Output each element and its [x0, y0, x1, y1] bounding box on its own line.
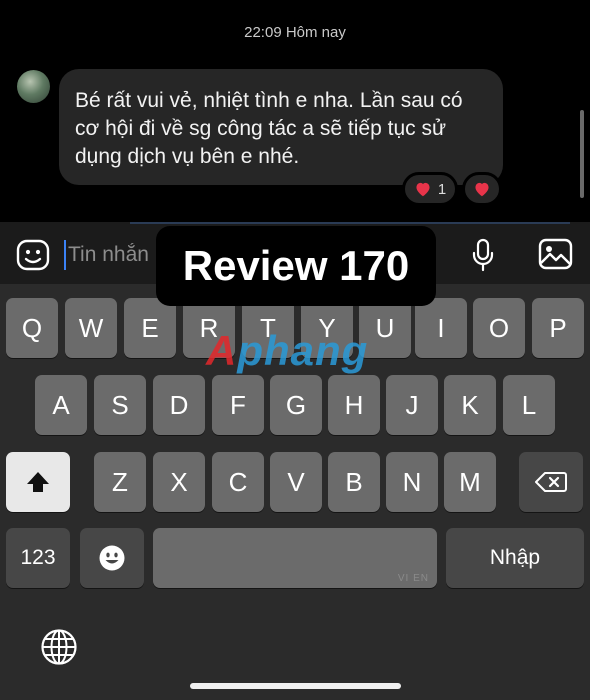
key-s[interactable]: S	[94, 375, 146, 435]
reaction-count: 1	[437, 180, 447, 198]
shift-arrow-icon	[27, 472, 49, 492]
key-m[interactable]: M	[444, 452, 496, 512]
review-badge-text: Review 170	[182, 242, 410, 289]
reaction-count-chip[interactable]: 1	[402, 172, 458, 206]
key-q[interactable]: Q	[6, 298, 58, 358]
key-i[interactable]: I	[415, 298, 467, 358]
key-a[interactable]: A	[35, 375, 87, 435]
key-y[interactable]: Y	[301, 298, 353, 358]
delete-key[interactable]	[519, 452, 583, 512]
key-l[interactable]: L	[503, 375, 555, 435]
message-text: Bé rất vui vẻ, nhiệt tình e nha. Lần sau…	[75, 89, 463, 168]
message-timestamp: 22:09 Hôm nay	[244, 24, 346, 41]
key-b[interactable]: B	[328, 452, 380, 512]
key-r[interactable]: R	[183, 298, 235, 358]
key-d[interactable]: D	[153, 375, 205, 435]
text-cursor	[64, 240, 66, 270]
my-reaction-chip[interactable]	[462, 172, 502, 206]
globe-icon[interactable]	[40, 628, 78, 666]
key-k[interactable]: K	[444, 375, 496, 435]
numbers-key[interactable]: 123	[6, 528, 70, 588]
chat-scrollbar[interactable]	[580, 110, 584, 198]
heart-icon	[416, 182, 430, 197]
key-v[interactable]: V	[270, 452, 322, 512]
key-w[interactable]: W	[65, 298, 117, 358]
key-n[interactable]: N	[386, 452, 438, 512]
home-indicator[interactable]	[190, 683, 401, 689]
key-o[interactable]: O	[473, 298, 525, 358]
key-t[interactable]: T	[242, 298, 294, 358]
image-icon[interactable]	[538, 238, 573, 270]
key-j[interactable]: J	[386, 375, 438, 435]
microphone-icon[interactable]	[472, 238, 494, 272]
backspace-icon	[535, 472, 567, 492]
emoji-icon	[99, 545, 125, 571]
key-c[interactable]: C	[212, 452, 264, 512]
smiley-sticker-icon[interactable]	[16, 239, 50, 271]
key-p[interactable]: P	[532, 298, 584, 358]
key-x[interactable]: X	[153, 452, 205, 512]
emoji-key[interactable]	[80, 528, 144, 588]
key-e[interactable]: E	[124, 298, 176, 358]
space-language-hint: VI EN	[397, 573, 429, 584]
avatar[interactable]	[17, 70, 50, 103]
message-bubble[interactable]: Bé rất vui vẻ, nhiệt tình e nha. Lần sau…	[59, 69, 503, 185]
chat-area: 22:09 Hôm nay Bé rất vui vẻ, nhiệt tình …	[0, 0, 590, 222]
heart-icon	[475, 182, 489, 197]
key-h[interactable]: H	[328, 375, 380, 435]
message-input[interactable]	[68, 240, 168, 270]
key-z[interactable]: Z	[94, 452, 146, 512]
composer-divider	[130, 222, 570, 224]
key-u[interactable]: U	[359, 298, 411, 358]
shift-key[interactable]	[6, 452, 70, 512]
return-key[interactable]: Nhập	[446, 528, 584, 588]
key-g[interactable]: G	[270, 375, 322, 435]
space-key[interactable]: VI EN	[153, 528, 437, 588]
key-f[interactable]: F	[212, 375, 264, 435]
review-badge: Review 170	[156, 226, 436, 306]
